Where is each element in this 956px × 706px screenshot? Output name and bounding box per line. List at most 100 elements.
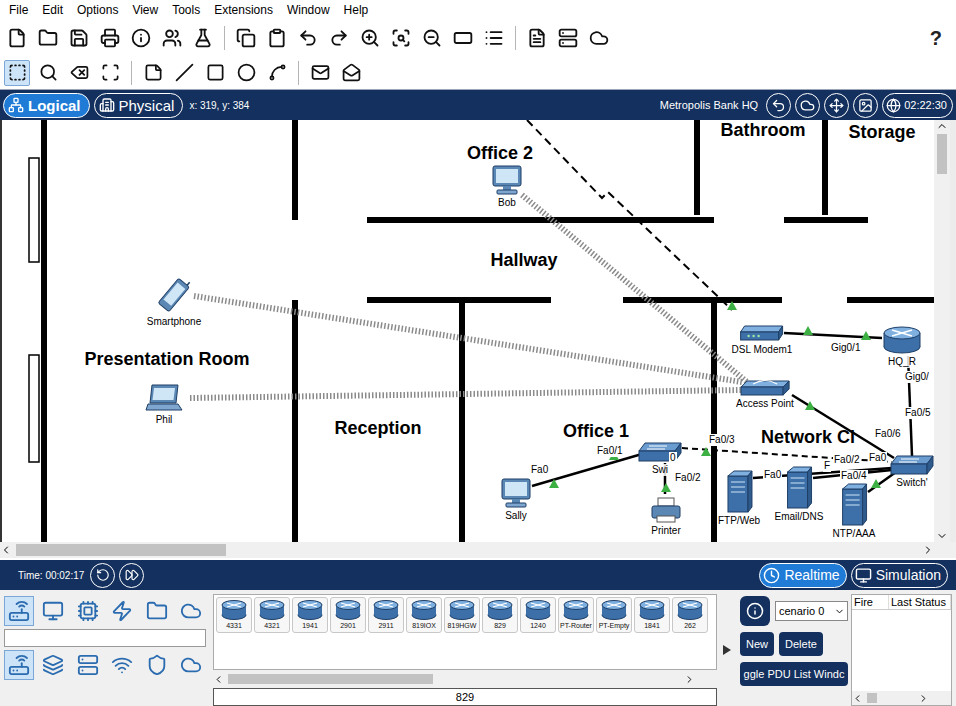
device-node[interactable]: HQ_R (880, 325, 924, 368)
expand-arrow-icon[interactable] (723, 645, 731, 655)
device-type-item[interactable]: 2901 (330, 597, 366, 633)
device-type-item[interactable]: PT-Empty (596, 597, 632, 633)
down-arrow-icon[interactable] (936, 530, 948, 542)
help-button[interactable]: ? (920, 27, 952, 50)
palette-button[interactable] (450, 25, 476, 51)
scenario-info-button[interactable] (740, 596, 770, 626)
menu-item[interactable]: File (2, 2, 35, 18)
device-node[interactable]: Access Point (736, 375, 794, 410)
device-type-item[interactable]: 2911 (368, 597, 404, 633)
menu-item[interactable]: Window (280, 2, 337, 18)
wireless-link[interactable] (194, 296, 742, 382)
resize-tool[interactable] (97, 60, 123, 86)
ellipse-tool[interactable] (233, 60, 259, 86)
subcategory-button[interactable] (107, 650, 137, 680)
add-pdu-tool[interactable] (307, 60, 333, 86)
notes-button[interactable] (524, 25, 550, 51)
category-button[interactable] (176, 596, 206, 626)
scroll-thumb[interactable] (937, 134, 947, 174)
reset-button[interactable] (90, 563, 115, 588)
save-button[interactable] (66, 25, 92, 51)
category-button[interactable] (107, 596, 137, 626)
info-button[interactable] (128, 25, 154, 51)
menu-item[interactable]: Tools (165, 2, 207, 18)
vertical-scrollbar[interactable] (934, 120, 950, 542)
device-list-button[interactable] (481, 25, 507, 51)
clock[interactable]: 02:22:30 (882, 93, 953, 118)
back-button[interactable] (766, 93, 791, 118)
menu-item[interactable]: Edit (35, 2, 70, 18)
toggle-pdu-list-button[interactable]: ggle PDU List Windc (740, 662, 848, 686)
cloud-button[interactable] (586, 25, 612, 51)
device-node[interactable]: Smartphone (147, 275, 201, 328)
device-type-item[interactable]: PT-Router (558, 597, 594, 633)
category-button[interactable] (142, 596, 172, 626)
complex-pdu-tool[interactable] (338, 60, 364, 86)
paste-button[interactable] (264, 25, 290, 51)
print-button[interactable] (97, 25, 123, 51)
subcategory-button[interactable] (4, 650, 34, 680)
background-button[interactable] (853, 93, 878, 118)
workspace-tab[interactable]: Physical (94, 93, 184, 118)
left-arrow-icon[interactable] (852, 693, 863, 704)
rectangle-tool[interactable] (202, 60, 228, 86)
category-button[interactable] (38, 596, 68, 626)
device-node[interactable]: Sally (499, 477, 533, 522)
activity-wizard-button[interactable] (159, 25, 185, 51)
device-node[interactable]: NTP/AAA (833, 483, 876, 540)
device-type-item[interactable]: 4321 (254, 597, 290, 633)
menu-item[interactable]: Options (70, 2, 125, 18)
menu-item[interactable]: Help (337, 2, 376, 18)
device-type-item[interactable]: 1941 (292, 597, 328, 633)
scroll-thumb[interactable] (228, 674, 433, 684)
device-type-item[interactable]: 829 (482, 597, 518, 633)
column-header[interactable]: Last Status (889, 595, 951, 609)
device-type-item[interactable]: 819IOX (406, 597, 442, 633)
logical-canvas[interactable]: Office 2BathroomStorageHallwayPresentati… (0, 120, 934, 542)
copper-link[interactable] (792, 395, 894, 458)
dsl-link[interactable] (527, 120, 732, 310)
subcategory-button[interactable] (38, 650, 68, 680)
fast-forward-button[interactable] (119, 563, 144, 588)
line-tool[interactable] (171, 60, 197, 86)
device-list-scrollbar[interactable] (213, 672, 717, 686)
wireless-link[interactable] (522, 195, 747, 382)
mode-button[interactable]: Simulation (851, 563, 948, 588)
delete-tool[interactable] (66, 60, 92, 86)
custom-device-button[interactable] (190, 25, 216, 51)
mode-button[interactable]: Realtime (759, 563, 846, 588)
zoom-reset-button[interactable] (388, 25, 414, 51)
device-type-item[interactable]: 1240 (520, 597, 556, 633)
freeform-tool[interactable] (264, 60, 290, 86)
scroll-thumb[interactable] (16, 544, 226, 555)
category-button[interactable] (73, 596, 103, 626)
subcategory-button[interactable] (73, 650, 103, 680)
table-scrollbar[interactable] (852, 691, 951, 705)
wireless-link[interactable] (190, 390, 742, 398)
scenario-button[interactable]: Delete (779, 632, 823, 656)
scroll-thumb[interactable] (867, 693, 877, 703)
subcategory-button[interactable] (176, 650, 206, 680)
device-type-item[interactable]: 262 (672, 597, 708, 633)
note-tool[interactable] (140, 60, 166, 86)
zoom-out-button[interactable] (419, 25, 445, 51)
redo-button[interactable] (326, 25, 352, 51)
cluster-button[interactable] (795, 93, 820, 118)
select-tool[interactable] (4, 60, 30, 86)
left-arrow-icon[interactable] (213, 674, 224, 685)
scenario-button[interactable]: New (740, 632, 774, 656)
column-header[interactable]: Fire (852, 595, 889, 609)
menu-item[interactable]: Extensions (207, 2, 280, 18)
zoom-in-button[interactable] (357, 25, 383, 51)
device-type-item[interactable]: 4331 (216, 597, 252, 633)
workspace-tab[interactable]: Logical (3, 93, 90, 118)
device-node[interactable]: Bob (490, 164, 524, 209)
device-node[interactable]: DSL Modem1 (732, 323, 793, 356)
copy-button[interactable] (233, 25, 259, 51)
move-button[interactable] (824, 93, 849, 118)
device-node[interactable]: FTP/Web (718, 470, 760, 527)
left-arrow-icon[interactable] (0, 544, 12, 556)
new-file-button[interactable] (4, 25, 30, 51)
subcategory-button[interactable] (142, 650, 172, 680)
device-node[interactable]: Phil (144, 383, 184, 426)
